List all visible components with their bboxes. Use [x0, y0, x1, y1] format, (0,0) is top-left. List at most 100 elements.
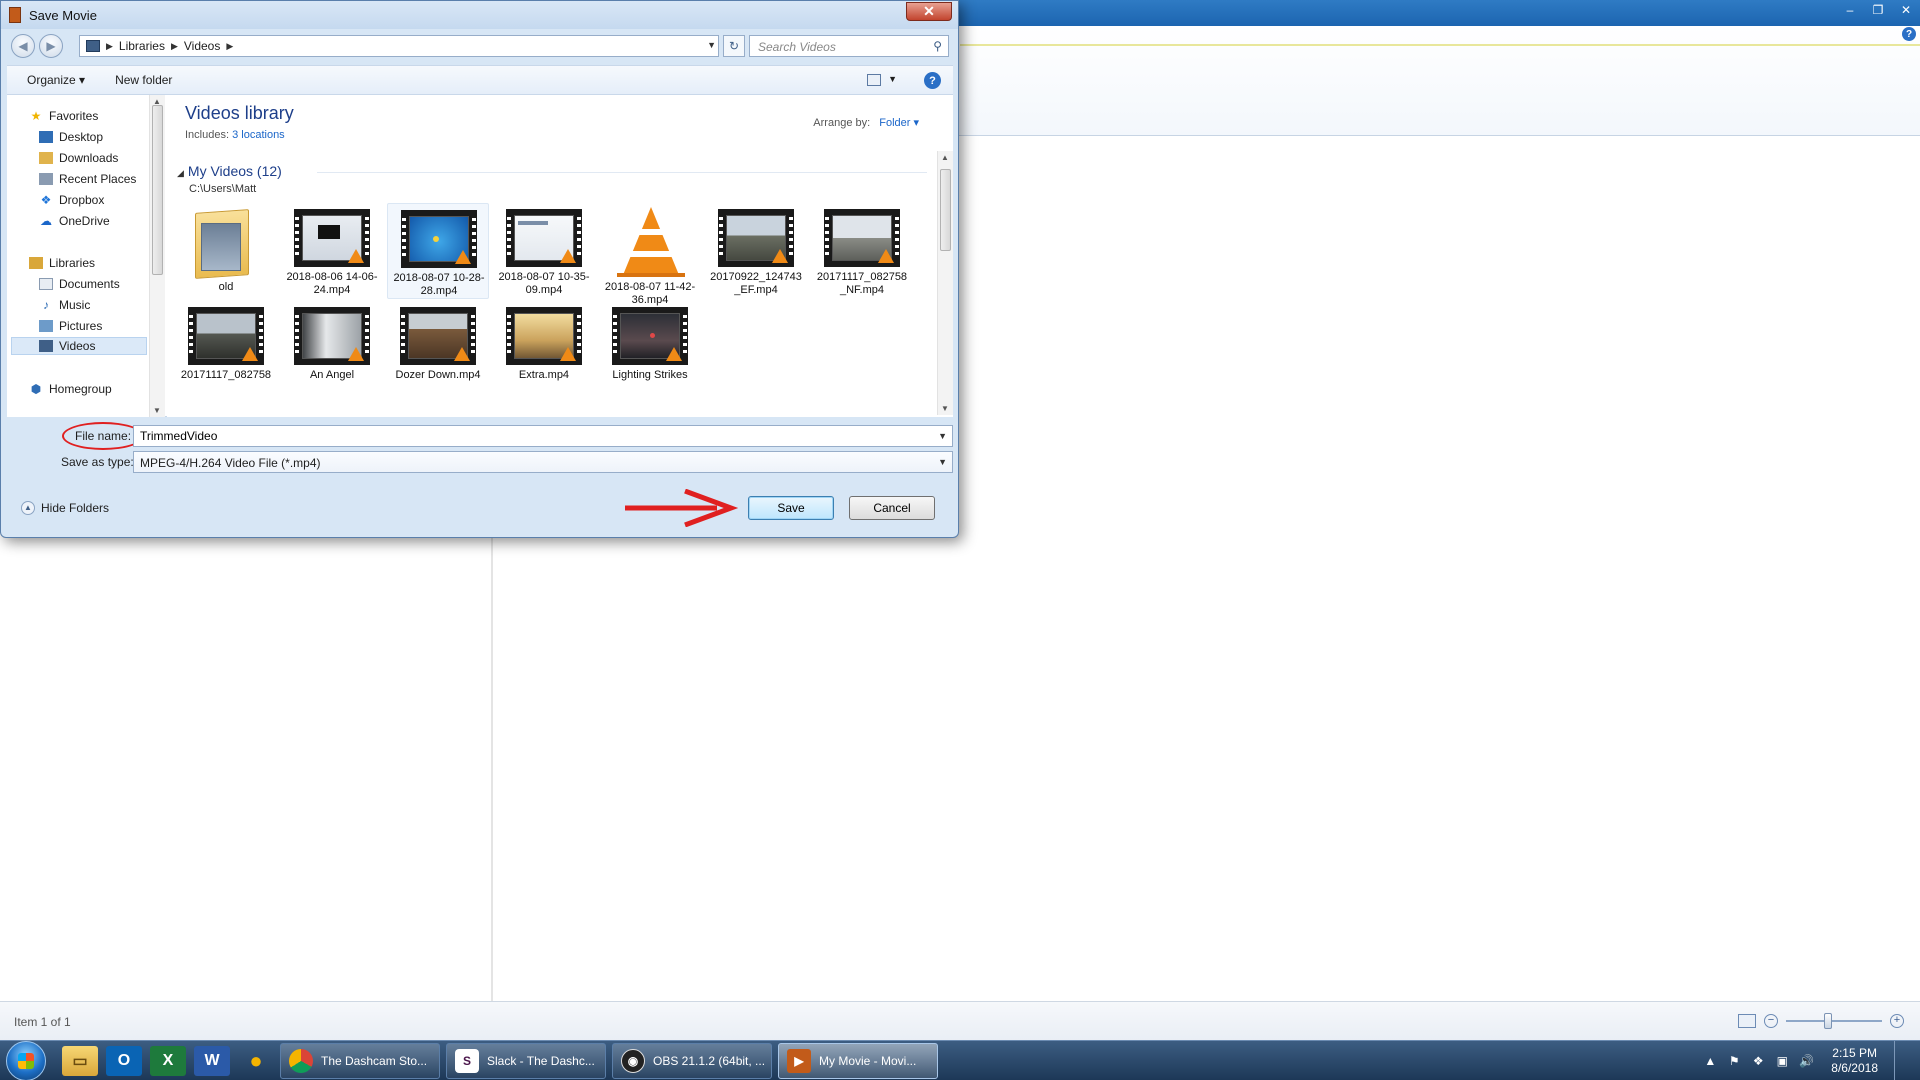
chevron-down-icon[interactable]: ▼	[707, 40, 716, 50]
dialog-close-button[interactable]: ✕	[906, 2, 952, 21]
chevron-down-icon[interactable]: ▼	[938, 431, 947, 441]
zoom-out-icon[interactable]: −	[1764, 1014, 1778, 1028]
navigation-scrollbar[interactable]: ▲ ▼	[149, 95, 165, 417]
word-icon[interactable]: W	[194, 1045, 230, 1076]
file-tile[interactable]: Lighting Strikes	[599, 301, 701, 397]
help-icon[interactable]: ?	[1902, 27, 1916, 41]
save-as-type-row: Save as type: MPEG-4/H.264 Video File (*…	[7, 451, 953, 473]
start-button[interactable]	[6, 1040, 46, 1080]
file-tile[interactable]: old	[175, 203, 277, 299]
file-name-input[interactable]	[133, 425, 953, 447]
file-explorer-icon[interactable]: ▭	[62, 1045, 98, 1076]
show-hidden-icons-icon[interactable]: ▲	[1703, 1054, 1717, 1068]
help-icon[interactable]: ?	[924, 72, 941, 89]
show-desktop-button[interactable]	[1894, 1041, 1906, 1080]
homegroup-icon: ⬢	[30, 382, 42, 396]
file-tile[interactable]: 20170922_124743 _EF.mp4	[705, 203, 807, 299]
address-bar[interactable]: ▶ Libraries ▶ Videos ▶ ▼	[79, 35, 719, 57]
nav-item-onedrive[interactable]: ☁ OneDrive	[39, 212, 110, 230]
back-arrow-icon[interactable]: ◀	[11, 34, 35, 58]
collapse-triangle-icon[interactable]: ◢	[177, 168, 184, 178]
scrollbar-thumb[interactable]	[152, 105, 163, 275]
zoom-in-icon[interactable]: +	[1890, 1014, 1904, 1028]
scroll-down-icon[interactable]: ▼	[153, 406, 161, 415]
nav-item-pictures[interactable]: Pictures	[39, 317, 102, 335]
arrange-dropdown[interactable]: Folder ▾	[879, 117, 919, 129]
file-tile[interactable]: Extra.mp4	[493, 301, 595, 397]
taskbar-app-chrome[interactable]: The Dashcam Sto...	[280, 1042, 440, 1079]
chevron-down-icon[interactable]: ▼	[938, 457, 947, 467]
nav-item-downloads[interactable]: Downloads	[39, 149, 118, 167]
restore-button[interactable]: ❐	[1864, 0, 1892, 20]
refresh-icon[interactable]: ↻	[723, 35, 745, 57]
clock-time: 2:15 PM	[1832, 1046, 1877, 1060]
file-name: Extra.mp4	[518, 369, 570, 381]
file-tile[interactable]: 20171117_082758 _NF.mp4	[811, 203, 913, 299]
taskbar-app-movie-maker[interactable]: ▶ My Movie - Movi...	[778, 1042, 938, 1079]
minimize-button[interactable]: –	[1836, 0, 1864, 20]
breadcrumb-libraries[interactable]: Libraries	[119, 39, 165, 53]
locations-link[interactable]: 3 locations	[232, 129, 285, 141]
file-tile[interactable]: 2018-08-07 10-35-09.mp4	[493, 203, 595, 299]
search-input[interactable]: Search Videos ⚲	[749, 35, 949, 57]
nav-item-homegroup[interactable]: ⬢ Homegroup	[29, 380, 112, 398]
save-button[interactable]: Save	[748, 496, 834, 520]
nav-item-videos[interactable]: Videos	[11, 337, 147, 355]
clock-date: 8/6/2018	[1831, 1061, 1878, 1075]
chevron-right-icon[interactable]: ▶	[171, 41, 178, 52]
nav-item-dropbox[interactable]: ❖ Dropbox	[39, 191, 105, 209]
file-tile[interactable]: An Angel	[281, 301, 383, 397]
dropbox-tray-icon[interactable]: ❖	[1751, 1054, 1765, 1068]
nav-item-libraries[interactable]: Libraries	[29, 254, 95, 272]
nav-item-desktop[interactable]: Desktop	[39, 128, 103, 146]
file-name: An Angel	[309, 369, 355, 381]
nav-item-recent-places[interactable]: Recent Places	[39, 170, 136, 188]
storyboard-icon[interactable]	[1738, 1014, 1756, 1028]
folder-preview	[201, 223, 241, 271]
file-tile[interactable]: 2018-08-06 14-06-24.mp4	[281, 203, 383, 299]
dialog-body: ★ Favorites Desktop Downloads Recent Pla…	[7, 95, 953, 417]
nav-item-label: Pictures	[59, 319, 103, 333]
network-icon[interactable]: ▣	[1775, 1054, 1789, 1068]
zoom-slider-thumb[interactable]	[1824, 1013, 1832, 1029]
chat-icon[interactable]: ●	[238, 1046, 274, 1076]
scroll-down-icon[interactable]: ▼	[941, 404, 949, 413]
content-scrollbar[interactable]: ▲ ▼	[937, 151, 953, 415]
organize-button[interactable]: Organize ▾	[27, 73, 85, 87]
group-title: My Videos (12)	[187, 163, 282, 179]
excel-icon[interactable]: X	[150, 1045, 186, 1076]
taskbar-app-slack[interactable]: S Slack - The Dashc...	[446, 1042, 606, 1079]
group-header[interactable]: ◢ My Videos (12)	[177, 163, 282, 179]
file-tile[interactable]: 20171117_082758	[175, 301, 277, 397]
file-tile[interactable]: Dozer Down.mp4	[387, 301, 489, 397]
outlook-icon[interactable]: O	[106, 1045, 142, 1076]
volume-icon[interactable]: 🔊	[1799, 1054, 1814, 1068]
nav-item-label: Homegroup	[49, 382, 112, 396]
cancel-button[interactable]: Cancel	[849, 496, 935, 520]
scrollbar-thumb[interactable]	[940, 169, 951, 251]
file-tile[interactable]: 2018-08-07 11-42-36.mp4	[599, 203, 701, 306]
search-icon[interactable]: ⚲	[933, 39, 942, 53]
hide-folders-button[interactable]: ▲ Hide Folders	[21, 501, 109, 515]
chevron-right-icon[interactable]: ▶	[226, 41, 233, 52]
taskbar-app-obs[interactable]: ◉ OBS 21.1.2 (64bit, ...	[612, 1042, 772, 1079]
action-center-flag-icon[interactable]: ⚑	[1727, 1054, 1741, 1068]
nav-item-favorites[interactable]: ★ Favorites	[29, 107, 99, 125]
dialog-titlebar[interactable]: Save Movie ✕	[1, 1, 958, 29]
nav-item-music[interactable]: ♪ Music	[39, 296, 90, 314]
chevron-down-icon[interactable]: ▼	[888, 74, 897, 84]
scroll-up-icon[interactable]: ▲	[941, 153, 949, 162]
new-folder-button[interactable]: New folder	[115, 73, 172, 87]
close-button[interactable]: ✕	[1892, 0, 1920, 20]
video-thumbnail	[401, 210, 477, 268]
zoom-slider[interactable]	[1786, 1013, 1882, 1029]
chevron-right-icon[interactable]: ▶	[106, 41, 113, 52]
breadcrumb-videos[interactable]: Videos	[184, 39, 220, 53]
clock[interactable]: 2:15 PM 8/6/2018	[1831, 1046, 1878, 1076]
change-view-icon[interactable]	[867, 74, 881, 86]
save-as-type-select[interactable]: MPEG-4/H.264 Video File (*.mp4)	[133, 451, 953, 473]
background-window-controls: – ❐ ✕	[1836, 0, 1920, 20]
forward-arrow-icon[interactable]: ▶	[39, 34, 63, 58]
nav-item-documents[interactable]: Documents	[39, 275, 120, 293]
file-tile[interactable]: 2018-08-07 10-28-28.mp4	[387, 203, 489, 299]
